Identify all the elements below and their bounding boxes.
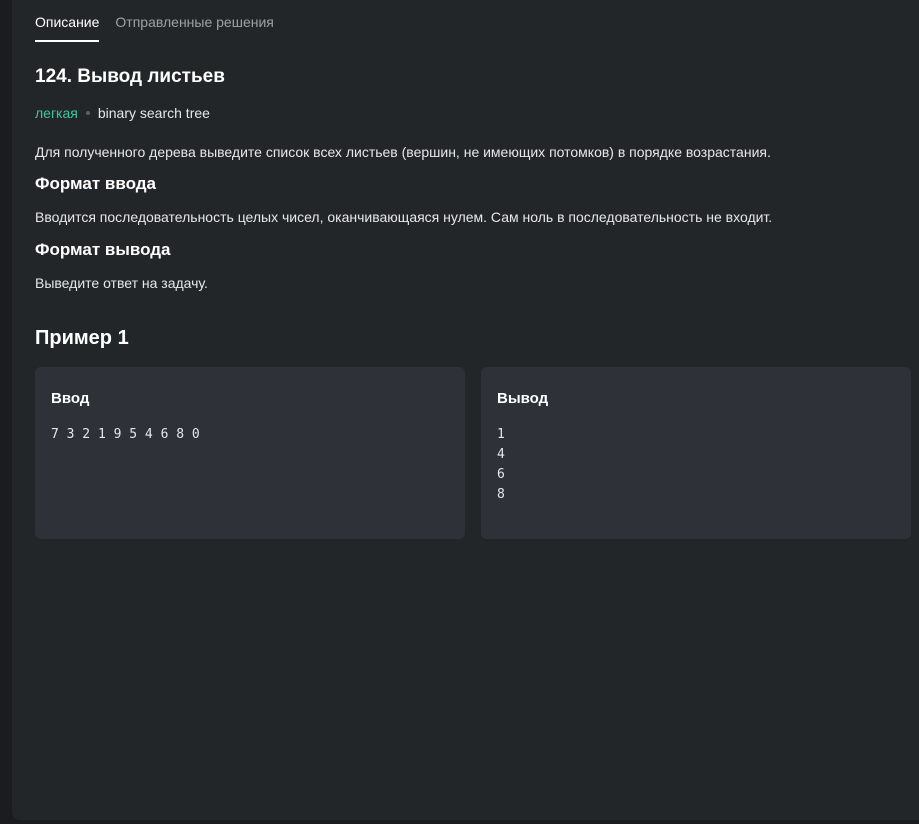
tab-bar: Описание Отправленные решения (35, 0, 274, 42)
example-output-label: Вывод (497, 390, 549, 407)
input-format-heading: Формат ввода (35, 174, 156, 193)
tab-submissions[interactable]: Отправленные решения (115, 0, 273, 42)
problem-title: 124. Вывод листьев (35, 66, 225, 87)
difficulty-label: легкая (35, 105, 78, 121)
example-output-value[interactable]: 1 4 6 8 (497, 425, 505, 505)
example-input-value[interactable]: 7 3 2 1 9 5 4 6 8 0 (51, 425, 200, 445)
problem-meta: легкая binary search tree (35, 105, 210, 121)
tag-label: binary search tree (97, 105, 210, 121)
example-input-box: Ввод 7 3 2 1 9 5 4 6 8 0 (35, 367, 465, 539)
example-heading: Пример 1 (35, 327, 129, 349)
separator-dot (85, 111, 90, 115)
tab-description[interactable]: Описание (35, 0, 100, 42)
output-format-heading: Формат вывода (35, 240, 171, 259)
example-output-box: Вывод 1 4 6 8 (481, 367, 911, 539)
example-input-label: Ввод (51, 390, 90, 407)
problem-statement: Для полученного дерева выведите список в… (35, 144, 771, 160)
problem-panel: Описание Отправленные решения 124. Вывод… (12, 0, 919, 820)
input-format-text: Вводится последовательность целых чисел,… (35, 209, 773, 225)
output-format-text: Выведите ответ на задачу. (35, 275, 208, 291)
